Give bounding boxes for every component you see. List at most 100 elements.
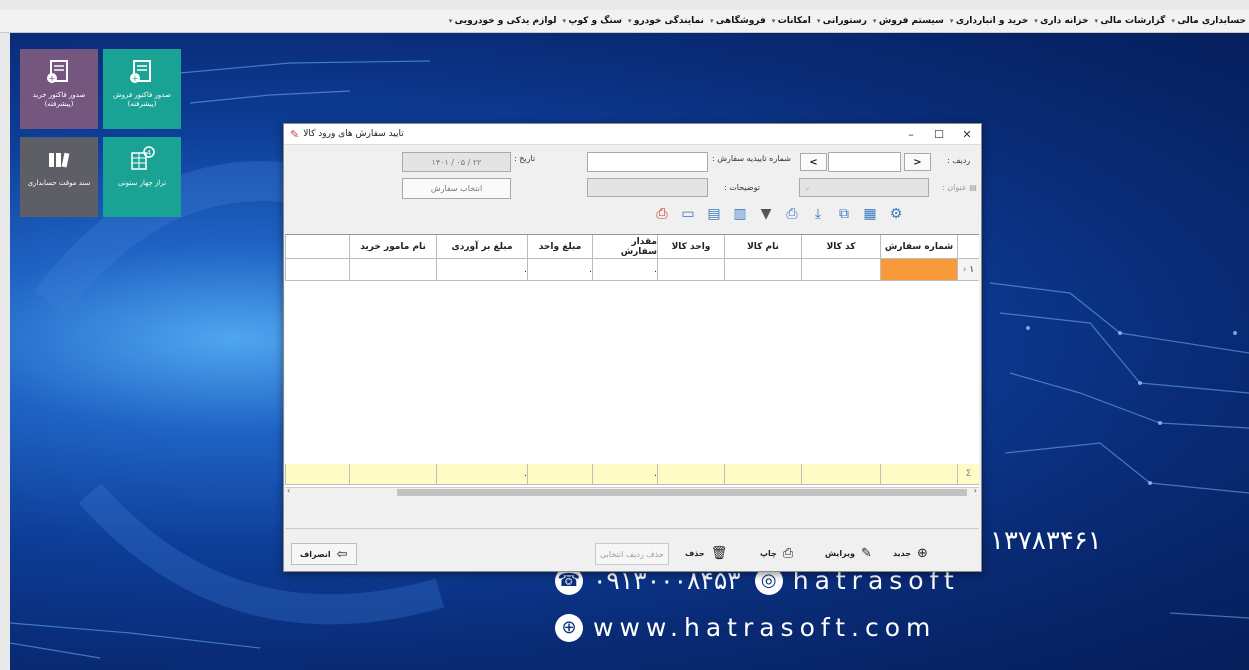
description-input[interactable] [587,178,708,197]
date-label: تاریخ : [514,154,536,163]
purchase-invoice-icon: + [47,60,68,83]
next-row-button[interactable]: > [904,153,931,171]
export-icon[interactable]: ⧉ [831,203,857,225]
title-label-text: عنوان : [942,183,967,192]
grid-view-icon[interactable]: ▦ [857,203,883,225]
summary-cell [527,464,592,485]
pin-icon[interactable]: ✎ [290,128,299,141]
tile-temp-voucher[interactable]: سند موقت حسابداری [20,137,98,217]
menu-item[interactable]: رستورانی [814,16,870,26]
cancel-button-label: انصراف [300,549,331,559]
column-header-empty [285,235,349,259]
delete-button[interactable]: 🗑 حذف [685,543,727,563]
download-icon[interactable]: ⤓ [805,203,831,225]
calculator-icon[interactable]: ▤ [701,203,727,225]
delete-button-label: حذف [685,548,705,558]
card-icon[interactable]: ▭ [675,203,701,225]
summary-cell [657,464,724,485]
cell-empty[interactable] [285,259,349,281]
scroll-left-icon[interactable]: ‹ [287,486,290,495]
description-label: توضیحات : [724,183,760,192]
print-button-label: چاپ [760,548,777,558]
date-field[interactable]: ۱۴۰۱ / ۰۵ / ۲۲ [402,152,511,172]
cell-order-number[interactable] [880,259,957,281]
column-header[interactable]: مبلغ بر آوردی [436,235,527,259]
menu-item[interactable]: گزارشات مالی [1091,16,1168,26]
select-order-button[interactable]: انتخاب سفارش [402,178,511,199]
back-arrow-icon: ⇦ [336,546,348,562]
settings-icon[interactable]: ⚙ [883,203,909,225]
summary-cell: . [436,464,527,485]
column-header[interactable]: کد کالا [801,235,880,259]
cell-order-qty[interactable]: . [592,259,657,281]
tile-four-column-balance[interactable]: 4 تراز چهار ستونی [103,137,181,217]
cell-purchase-agent[interactable] [349,259,436,281]
column-header-indicator [957,235,979,259]
main-menu-bar: حسابداری مالیگزارشات مالیخزانه داریخرید … [0,10,1249,33]
dialog-title: تایید سفارش های ورود کالا [303,129,404,139]
cell-estimated-amount[interactable]: . [436,259,527,281]
menu-item[interactable]: فروشگاهی [707,16,769,26]
confirm-number-label: شماره تاییدیه سفارش : [712,154,791,163]
print-button[interactable]: ⎙ چاپ [760,543,793,563]
cell-unit-price[interactable]: . [527,259,592,281]
title-select[interactable]: ⌄ [799,178,929,197]
delete-selected-row-button[interactable]: حذف ردیف انتخابی [595,543,669,565]
column-header[interactable]: نام مامور خرید [349,235,436,259]
edit-button[interactable]: ✎ ویرایش [825,543,872,563]
cell-item-unit[interactable] [657,259,724,281]
scrollbar-thumb[interactable] [397,489,967,496]
maximize-button[interactable]: ☐ [925,128,953,141]
menu-item[interactable]: خرید و انبارداری [947,16,1031,26]
horizontal-scrollbar[interactable]: ‹ › [285,486,979,498]
tile-purchase-invoice[interactable]: + صدور فاکتور خرید (پیشرفته) [20,49,98,129]
printer-icon: ⎙ [782,545,794,561]
row-indicator: ۱ ‹ [957,259,979,281]
menu-item[interactable]: نمایندگی خودرو [625,16,707,26]
prev-row-button[interactable]: < [800,153,827,171]
menu-item[interactable]: سنگ و کوپ [559,16,624,26]
summary-cell [349,464,436,485]
menu-item[interactable]: امکانات [769,16,814,26]
sales-invoice-icon: + [130,60,151,83]
cell-item-name[interactable] [724,259,801,281]
minimize-button[interactable]: – [897,128,925,141]
column-header[interactable]: نام کالا [724,235,801,259]
columns-icon[interactable]: ▥ [727,203,753,225]
print-preview-icon[interactable]: ⎙ [649,203,675,225]
menu-item[interactable]: لوازم یدکی و خودرویی [446,16,560,26]
new-button-label: جدید [893,548,912,558]
column-header[interactable]: مقدار سفارش [592,235,657,259]
column-header[interactable]: واحد کالا [657,235,724,259]
ledger-books-icon [49,152,70,168]
svg-text:+: + [49,74,56,83]
order-confirmation-dialog: ✎ تایید سفارش های ورود کالا – ☐ ✕ ردیف :… [283,123,982,572]
summary-cell [880,464,957,485]
menu-item[interactable]: حسابداری مالی [1168,16,1249,26]
sum-icon: Σ [957,464,979,485]
chevron-down-icon: ⌄ [804,183,811,192]
cell-item-code[interactable] [801,259,880,281]
tile-label: صدور فاکتور خرید (پیشرفته) [32,91,86,108]
dialog-actions: ⊕ جدید ✎ ویرایش ⎙ چاپ 🗑 حذف حذف ردیف انت… [285,528,979,569]
scroll-right-icon[interactable]: › [974,486,977,495]
brand-website: www.hatrasoft.com [593,613,937,642]
tile-label: تراز چهار ستونی [117,179,167,187]
new-button[interactable]: ⊕ جدید [893,543,928,563]
globe-icon: ⊕ [555,613,583,642]
column-header[interactable]: شماره سفارش [880,235,957,259]
cancel-button[interactable]: ⇦ انصراف [291,543,357,565]
menu-item[interactable]: سیستم فروش [870,16,947,26]
filter-icon[interactable]: ▼ [753,203,779,225]
menu-item[interactable]: خزانه داری [1031,16,1091,26]
tile-sales-invoice[interactable]: + صدور فاکتور فروش (پیشرفته) [103,49,181,129]
table-row[interactable]: ۱ ‹ . . . [285,259,979,281]
print-icon[interactable]: ⎙ [779,203,805,225]
close-button[interactable]: ✕ [953,128,981,141]
row-number: ۱ [969,264,975,275]
confirm-number-input[interactable] [587,152,708,172]
column-header[interactable]: مبلغ واحد [527,235,592,259]
chevron-left-icon: ‹ [962,264,967,275]
row-number-input[interactable] [828,152,901,172]
brand-website-row: ⊕ www.hatrasoft.com [555,613,936,642]
